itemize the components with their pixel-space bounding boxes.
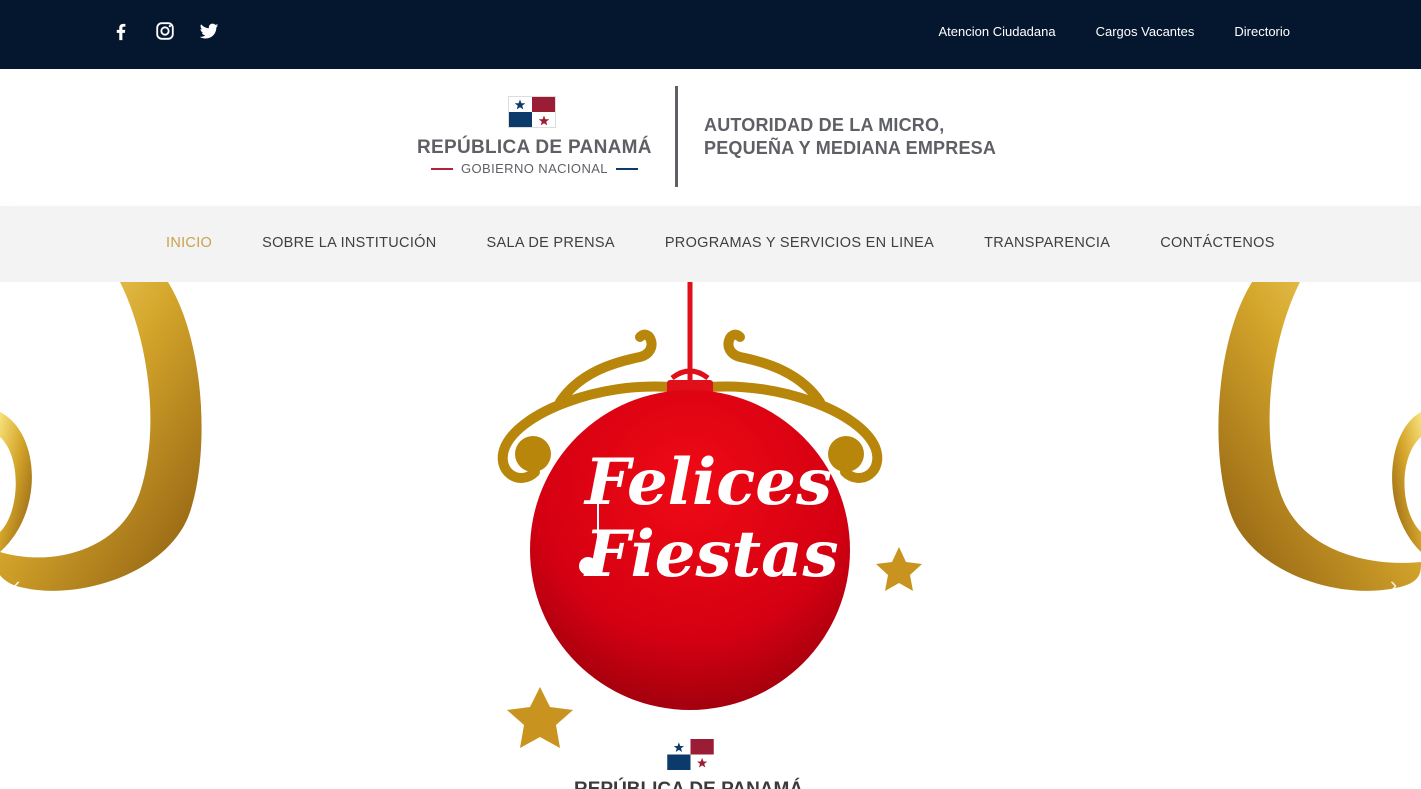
star-icon — [876, 547, 922, 591]
slider-prev-button[interactable]: ‹ — [13, 572, 20, 598]
nav-item-contactenos[interactable]: CONTÁCTENOS — [1160, 235, 1274, 251]
top-links: Atencion Ciudadana Cargos Vacantes Direc… — [939, 24, 1290, 39]
red-divider — [431, 167, 453, 170]
header-divider — [675, 86, 678, 187]
panama-flag-icon — [667, 739, 714, 770]
greeting-line-1: Felices — [585, 445, 832, 520]
panama-flag-icon — [508, 96, 556, 128]
nav-item-transparencia[interactable]: TRANSPARENCIA — [984, 235, 1110, 251]
twitter-icon[interactable] — [198, 20, 220, 42]
facebook-icon[interactable] — [110, 20, 132, 42]
government-subtitle: GOBIERNO NACIONAL — [431, 161, 638, 176]
left-ribbon — [0, 282, 202, 591]
greeting-line-2: Fiestas — [585, 517, 839, 592]
authority-line-1: AUTORIDAD DE LA MICRO, — [704, 115, 945, 135]
directorio-link[interactable]: Directorio — [1234, 24, 1290, 39]
blue-divider — [615, 167, 638, 170]
country-title: REPÚBLICA DE PANAMÁ — [417, 137, 652, 158]
right-ribbon — [1218, 282, 1421, 591]
atencion-ciudadana-link[interactable]: Atencion Ciudadana — [939, 24, 1056, 39]
greeting-text: Felices Fiestas — [585, 445, 839, 592]
authority-name[interactable]: AUTORIDAD DE LA MICRO, PEQUEÑA Y MEDIANA… — [704, 114, 996, 160]
slider-next-button[interactable]: › — [1390, 572, 1397, 598]
government-label: GOBIERNO NACIONAL — [461, 161, 608, 176]
main-nav: INICIO SOBRE LA INSTITUCIÓN SALA DE PREN… — [0, 206, 1421, 282]
hero-footer-title: REPÚBLICA DE PANAMÁ — [574, 779, 803, 789]
authority-line-2: PEQUEÑA Y MEDIANA EMPRESA — [704, 138, 997, 158]
cargos-vacantes-link[interactable]: Cargos Vacantes — [1096, 24, 1195, 39]
nav-item-sobre-la-institucion[interactable]: SOBRE LA INSTITUCIÓN — [262, 235, 436, 251]
hero-slider[interactable]: Felices Fiestas REPÚBLICA DE PANAMÁ ‹ › — [0, 282, 1421, 789]
nav-item-sala-de-prensa[interactable]: SALA DE PRENSA — [487, 235, 615, 251]
star-icon — [507, 687, 573, 748]
nav-item-inicio[interactable]: INICIO — [166, 235, 212, 251]
top-bar: Atencion Ciudadana Cargos Vacantes Direc… — [0, 0, 1421, 69]
nav-item-programas-y-servicios[interactable]: PROGRAMAS Y SERVICIOS EN LINEA — [665, 235, 934, 251]
instagram-icon[interactable] — [154, 20, 176, 42]
nav-list: INICIO SOBRE LA INSTITUCIÓN SALA DE PREN… — [166, 235, 1325, 251]
social-links — [110, 20, 220, 42]
